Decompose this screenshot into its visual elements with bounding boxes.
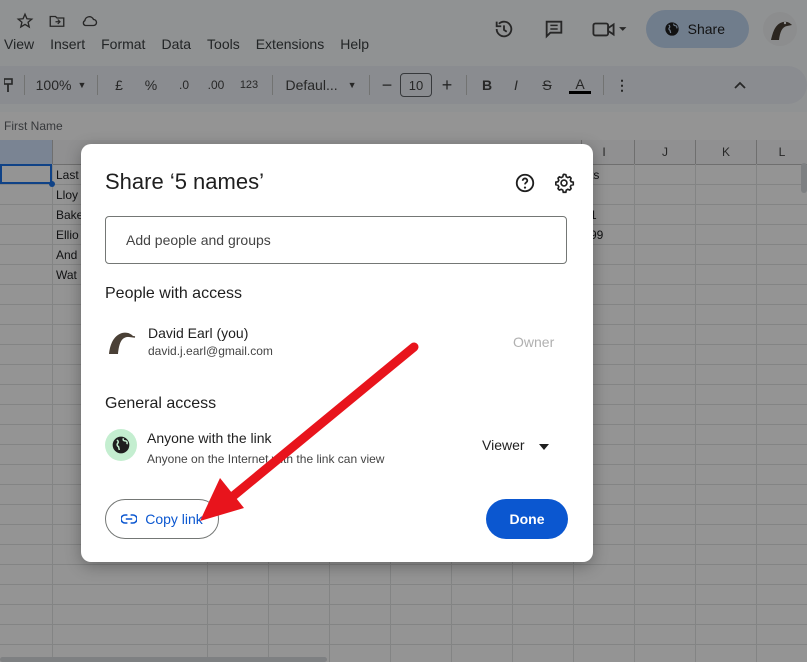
people-with-access-heading: People with access bbox=[105, 285, 242, 302]
globe-icon bbox=[105, 429, 137, 461]
copy-link-label: Copy link bbox=[145, 511, 203, 527]
copy-link-button[interactable]: Copy link bbox=[105, 499, 219, 539]
general-access-heading: General access bbox=[105, 395, 217, 412]
access-title[interactable]: Anyone with the link bbox=[147, 430, 272, 446]
access-level-select[interactable]: Viewer bbox=[482, 437, 549, 453]
help-icon[interactable] bbox=[514, 172, 536, 194]
done-button[interactable]: Done bbox=[486, 499, 568, 539]
gear-icon[interactable] bbox=[553, 172, 575, 194]
person-email: david.j.earl@gmail.com bbox=[148, 344, 273, 358]
access-level-value: Viewer bbox=[482, 437, 525, 453]
access-description: Anyone on the Internet with the link can… bbox=[147, 452, 385, 466]
avatar bbox=[103, 324, 137, 358]
owner-role-label: Owner bbox=[513, 334, 555, 350]
dropdown-arrow-icon bbox=[538, 437, 549, 453]
dialog-title: Share ‘5 names’ bbox=[105, 169, 264, 194]
link-icon bbox=[120, 511, 138, 527]
person-name: David Earl (you) bbox=[148, 325, 249, 341]
share-dialog: Share ‘5 names’ Add people and groups Pe… bbox=[81, 144, 593, 562]
add-people-input[interactable]: Add people and groups bbox=[105, 216, 567, 264]
